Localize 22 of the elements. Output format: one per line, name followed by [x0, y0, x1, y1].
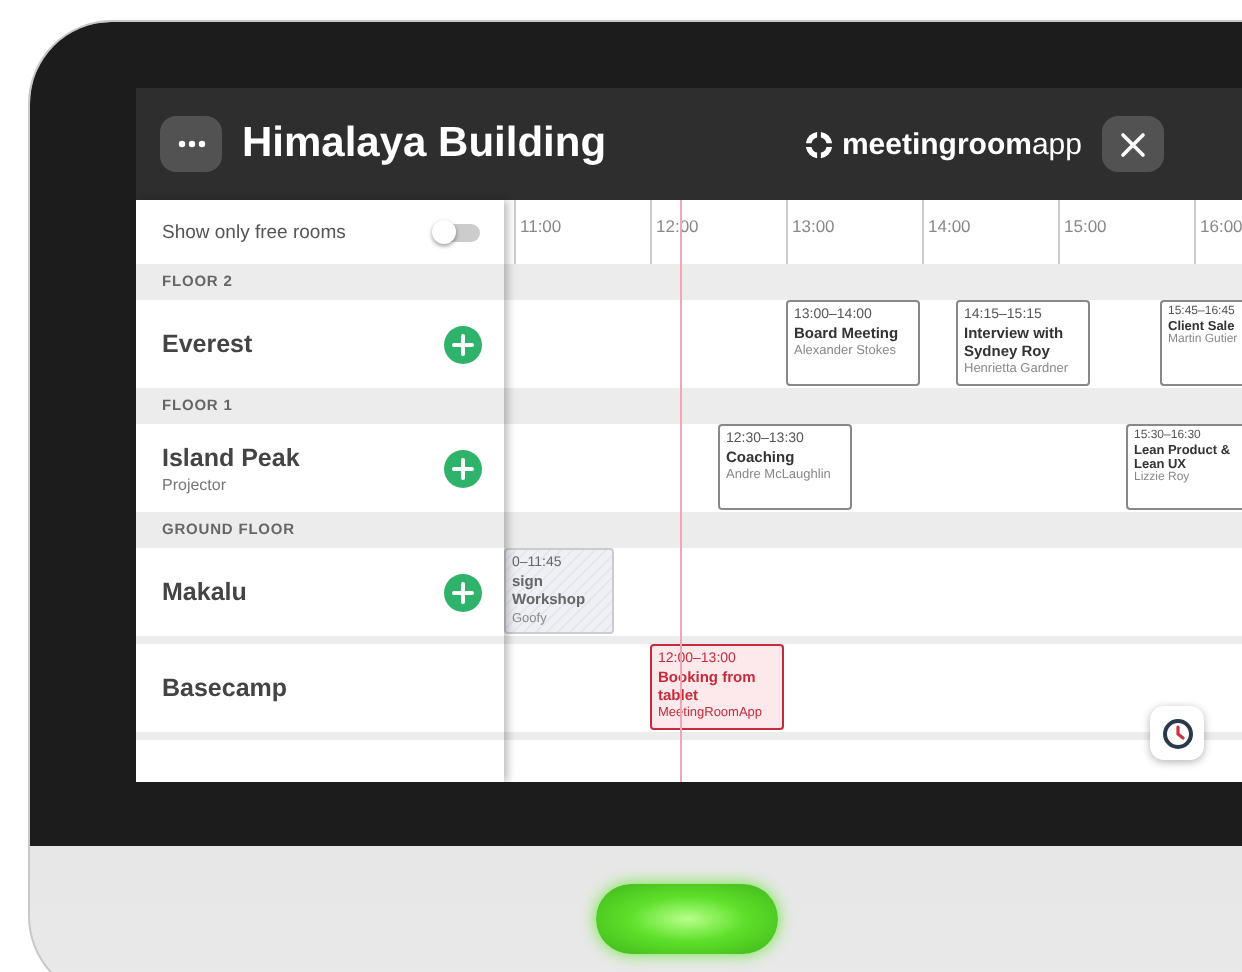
logo-text: meetingroomapp	[841, 127, 1082, 161]
room-name[interactable]: Makalu	[162, 578, 444, 606]
now-button[interactable]	[1150, 706, 1204, 760]
add-booking-button[interactable]	[444, 449, 482, 487]
room-name[interactable]: Everest	[162, 330, 444, 358]
plus-icon	[452, 333, 474, 355]
plus-icon	[452, 457, 474, 479]
logo-icon	[803, 129, 834, 159]
close-button[interactable]	[1102, 116, 1164, 172]
more-icon	[177, 140, 205, 148]
add-booking-button[interactable]	[444, 573, 482, 611]
filter-label: Show only free rooms	[162, 221, 346, 243]
free-rooms-toggle[interactable]	[436, 223, 480, 241]
add-booking-button[interactable]	[444, 325, 482, 363]
room-equipment: Projector	[162, 475, 229, 493]
room-name[interactable]: Basecamp	[162, 674, 482, 702]
room-name[interactable]: Island Peak	[162, 443, 444, 471]
building-title: Himalaya Building	[242, 120, 609, 168]
clock-icon	[1161, 717, 1193, 749]
menu-button[interactable]	[160, 116, 222, 172]
plus-icon	[452, 581, 474, 603]
close-icon	[1120, 131, 1146, 157]
